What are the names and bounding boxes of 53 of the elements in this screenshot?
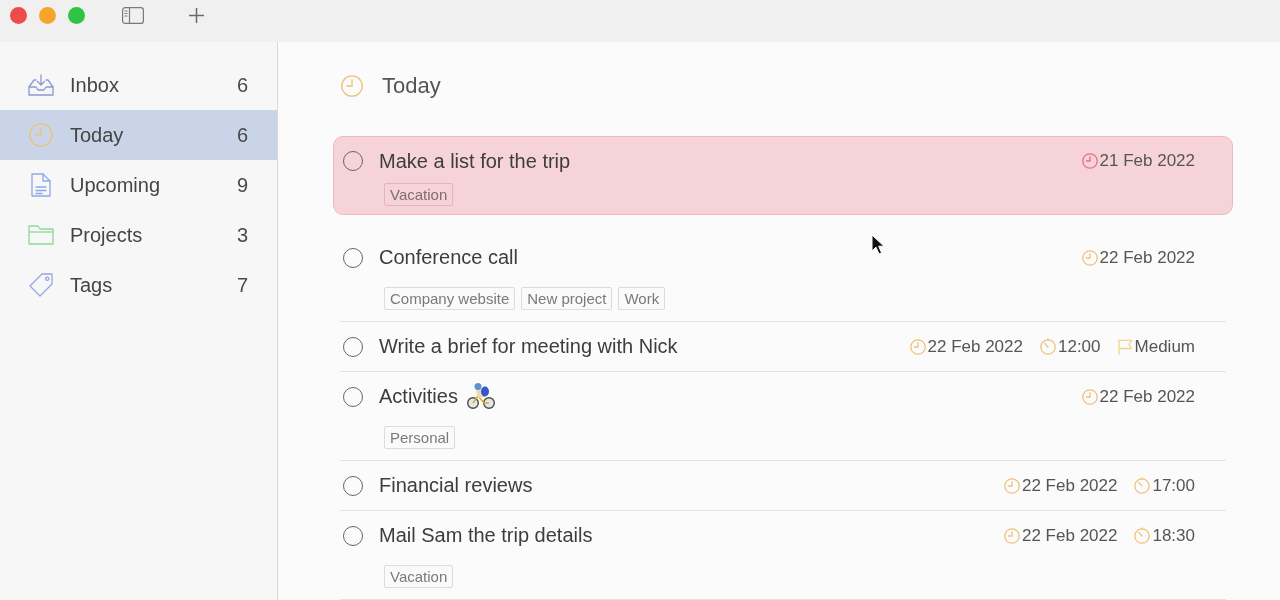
task-title: Make a list for the trip: [379, 149, 571, 173]
tag: Personal: [384, 426, 456, 449]
item-count: 6: [236, 73, 248, 97]
page-title: Today: [382, 73, 441, 99]
timer-icon: [1040, 338, 1056, 355]
task-row[interactable]: Activities 22 Feb 2022 Personal: [340, 372, 1226, 461]
flag-icon: [1117, 338, 1133, 355]
mouse-pointer-icon: [871, 234, 885, 255]
task-row[interactable]: Financial reviews 22 Feb 2022 17:00: [340, 461, 1226, 511]
sidebar-item[interactable]: Upcoming 9: [0, 160, 277, 210]
task-row[interactable]: Make a list for the trip 21 Feb 2022 Vacation: [333, 136, 1233, 215]
due-time: 17:00: [1152, 475, 1195, 496]
due-date: 22 Feb 2022: [1099, 247, 1195, 268]
task-title: Write a brief for meeting with Nick: [379, 335, 678, 358]
due-time: 12:00: [1058, 336, 1101, 357]
task-title: Mail Sam the trip details: [379, 524, 593, 547]
add-icon[interactable]: [189, 7, 204, 23]
timer-icon: [1134, 477, 1151, 494]
timer-icon: [1134, 527, 1151, 544]
task-title: Conference call: [379, 246, 518, 269]
document-icon: [31, 173, 51, 197]
task-row[interactable]: Conference call 22 Feb 2022 Company website New project Work: [340, 233, 1226, 322]
tag: Work: [618, 287, 666, 310]
due-date: 22 Feb 2022: [1099, 386, 1195, 407]
due-date: 22 Feb 2022: [1022, 475, 1118, 496]
tag: Vacation: [384, 565, 454, 588]
due-date: 22 Feb 2022: [927, 336, 1023, 357]
sidebar-item[interactable]: Tags 7: [0, 260, 277, 310]
sidebar-item[interactable]: Projects 3: [0, 210, 277, 260]
task-title: Financial reviews: [379, 474, 533, 497]
due-date: 21 Feb 2022: [1099, 151, 1195, 171]
clock-icon: [341, 75, 363, 97]
inbox-tray-icon: [28, 74, 54, 96]
tag: Vacation: [384, 183, 454, 206]
due-date: 22 Feb 2022: [1022, 525, 1118, 546]
task-row[interactable]: Write a brief for meeting with Nick 22 Feb 2022 12:00 Medium: [340, 322, 1226, 372]
close-button[interactable]: [10, 6, 27, 24]
tag: New project: [521, 287, 613, 310]
sidebar-item[interactable]: Today 6: [0, 110, 277, 160]
due-time: 18:30: [1152, 525, 1195, 546]
sidebar-toggle-icon[interactable]: [122, 6, 144, 24]
clock-icon: [29, 123, 53, 147]
item-count: 3: [236, 223, 248, 247]
priority-label: Medium: [1134, 336, 1195, 357]
item-count: 9: [236, 173, 248, 197]
task-row[interactable]: Mail Sam the trip details 22 Feb 2022 18:30 Vacation: [340, 511, 1226, 600]
item-count: 7: [236, 273, 248, 297]
item-count: 6: [236, 123, 248, 147]
tag: Company website: [384, 287, 516, 310]
folder-icon: [28, 225, 54, 245]
task-title: Activities: [379, 385, 458, 408]
tag-icon: [29, 273, 53, 297]
sidebar-item[interactable]: Inbox 6: [0, 60, 277, 110]
